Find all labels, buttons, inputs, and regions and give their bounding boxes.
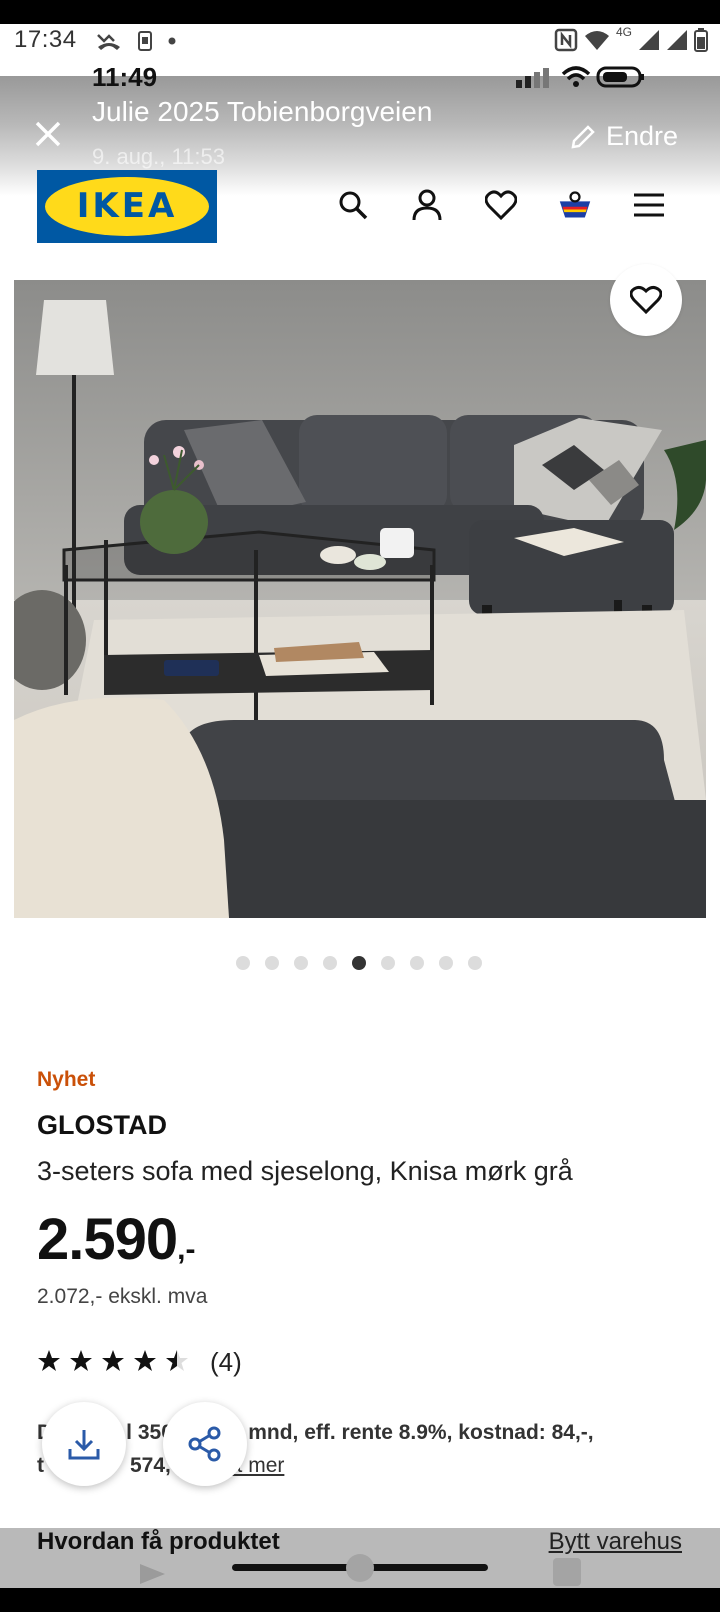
product-price: 2.590,-	[37, 1206, 195, 1273]
sim-icon	[138, 31, 152, 51]
network-type: 4G	[615, 25, 632, 39]
star-icon	[38, 1350, 60, 1371]
system-navigation	[0, 1554, 720, 1588]
change-store-link[interactable]: Bytt varehus	[549, 1528, 682, 1556]
nfc-icon	[554, 28, 578, 52]
product-name: GLOSTAD	[37, 1110, 167, 1140]
product-description: 3-seters sofa med sjeselong, Knisa mørk …	[37, 1156, 573, 1186]
header-nav	[336, 188, 666, 222]
recents-nav-icon	[553, 1558, 581, 1586]
finance-fragment: ' (8 mnd, eff. rente 8.9%, kostnad: 84,-…	[212, 1421, 594, 1444]
price-value: 2.590	[37, 1207, 178, 1272]
status-time: 17:34	[14, 26, 77, 53]
image-carousel-dots	[236, 956, 482, 970]
rating-count[interactable]: (4)	[210, 1347, 242, 1378]
profile-button[interactable]	[410, 188, 444, 222]
carousel-dot[interactable]	[294, 956, 308, 970]
status-left-icons	[96, 30, 176, 52]
carousel-dot[interactable]	[236, 956, 250, 970]
star-icon	[70, 1350, 92, 1371]
edit-label: Endre	[606, 121, 679, 151]
carousel-dot[interactable]	[381, 956, 395, 970]
download-button[interactable]	[42, 1402, 126, 1486]
search-button[interactable]	[336, 188, 370, 222]
financing-info: Dl 350' (8 mnd, eff. rente 8.9%, kostnad…	[37, 1416, 677, 1482]
carousel-dot[interactable]	[265, 956, 279, 970]
home-nav-icon	[346, 1554, 374, 1582]
overlay-signal-icon	[516, 68, 549, 88]
download-icon	[68, 1430, 100, 1460]
signal-2-icon	[667, 30, 687, 50]
missed-call-icon	[97, 34, 120, 50]
carousel-dot[interactable]	[468, 956, 482, 970]
edit-button[interactable]: Endre	[570, 121, 678, 152]
carousel-dot[interactable]	[410, 956, 424, 970]
share-icon	[188, 1426, 221, 1462]
close-button[interactable]	[34, 120, 62, 148]
battery-icon	[694, 28, 708, 52]
wifi-icon	[584, 31, 609, 50]
half-star-icon	[166, 1350, 188, 1371]
top-black-bar	[0, 0, 720, 24]
product-image[interactable]	[14, 280, 706, 918]
finance-fragment: t	[37, 1454, 44, 1477]
share-button[interactable]	[163, 1402, 247, 1486]
favourites-button[interactable]	[484, 188, 518, 222]
notification-dot-icon	[168, 37, 176, 45]
search-icon	[339, 191, 368, 220]
rating-stars[interactable]	[37, 1349, 189, 1373]
ikea-logo[interactable]: IKEA	[37, 170, 217, 243]
heart-icon	[630, 285, 662, 315]
carousel-dot[interactable]	[323, 956, 337, 970]
pencil-icon	[571, 124, 595, 149]
price-suffix: ,-	[177, 1233, 196, 1266]
overlay-subtitle: 9. aug., 11:53	[92, 144, 225, 169]
overlay-time: 11:49	[92, 62, 158, 92]
price-ex-vat: 2.072,- ekskl. mva	[37, 1285, 208, 1308]
close-icon	[35, 121, 61, 147]
status-right-icons: 4G	[554, 25, 708, 52]
star-icon	[134, 1350, 156, 1371]
heart-icon	[485, 190, 517, 220]
bottom-black-bar	[0, 1588, 720, 1612]
delivery-heading: Hvordan få produktet	[37, 1528, 280, 1555]
hamburger-menu-icon	[634, 193, 664, 217]
new-badge: Nyhet	[37, 1068, 96, 1091]
overlay-battery-icon	[596, 66, 644, 88]
star-icon	[102, 1350, 124, 1371]
back-nav-icon	[140, 1564, 165, 1584]
cart-icon	[559, 191, 591, 218]
overlay-title: Julie 2025 Tobienborgveien	[92, 96, 433, 127]
carousel-dot[interactable]	[352, 956, 366, 970]
cart-button[interactable]	[558, 188, 592, 222]
sofa-room-illustration	[14, 280, 706, 918]
overlay-wifi-icon	[561, 66, 591, 87]
user-icon	[412, 189, 442, 221]
signal-icon	[639, 30, 659, 50]
carousel-dot[interactable]	[439, 956, 453, 970]
logo-text: IKEA	[76, 186, 178, 226]
menu-button[interactable]	[632, 188, 666, 222]
overlay-status-icons	[516, 66, 646, 88]
add-to-favourites-button[interactable]	[610, 264, 682, 336]
